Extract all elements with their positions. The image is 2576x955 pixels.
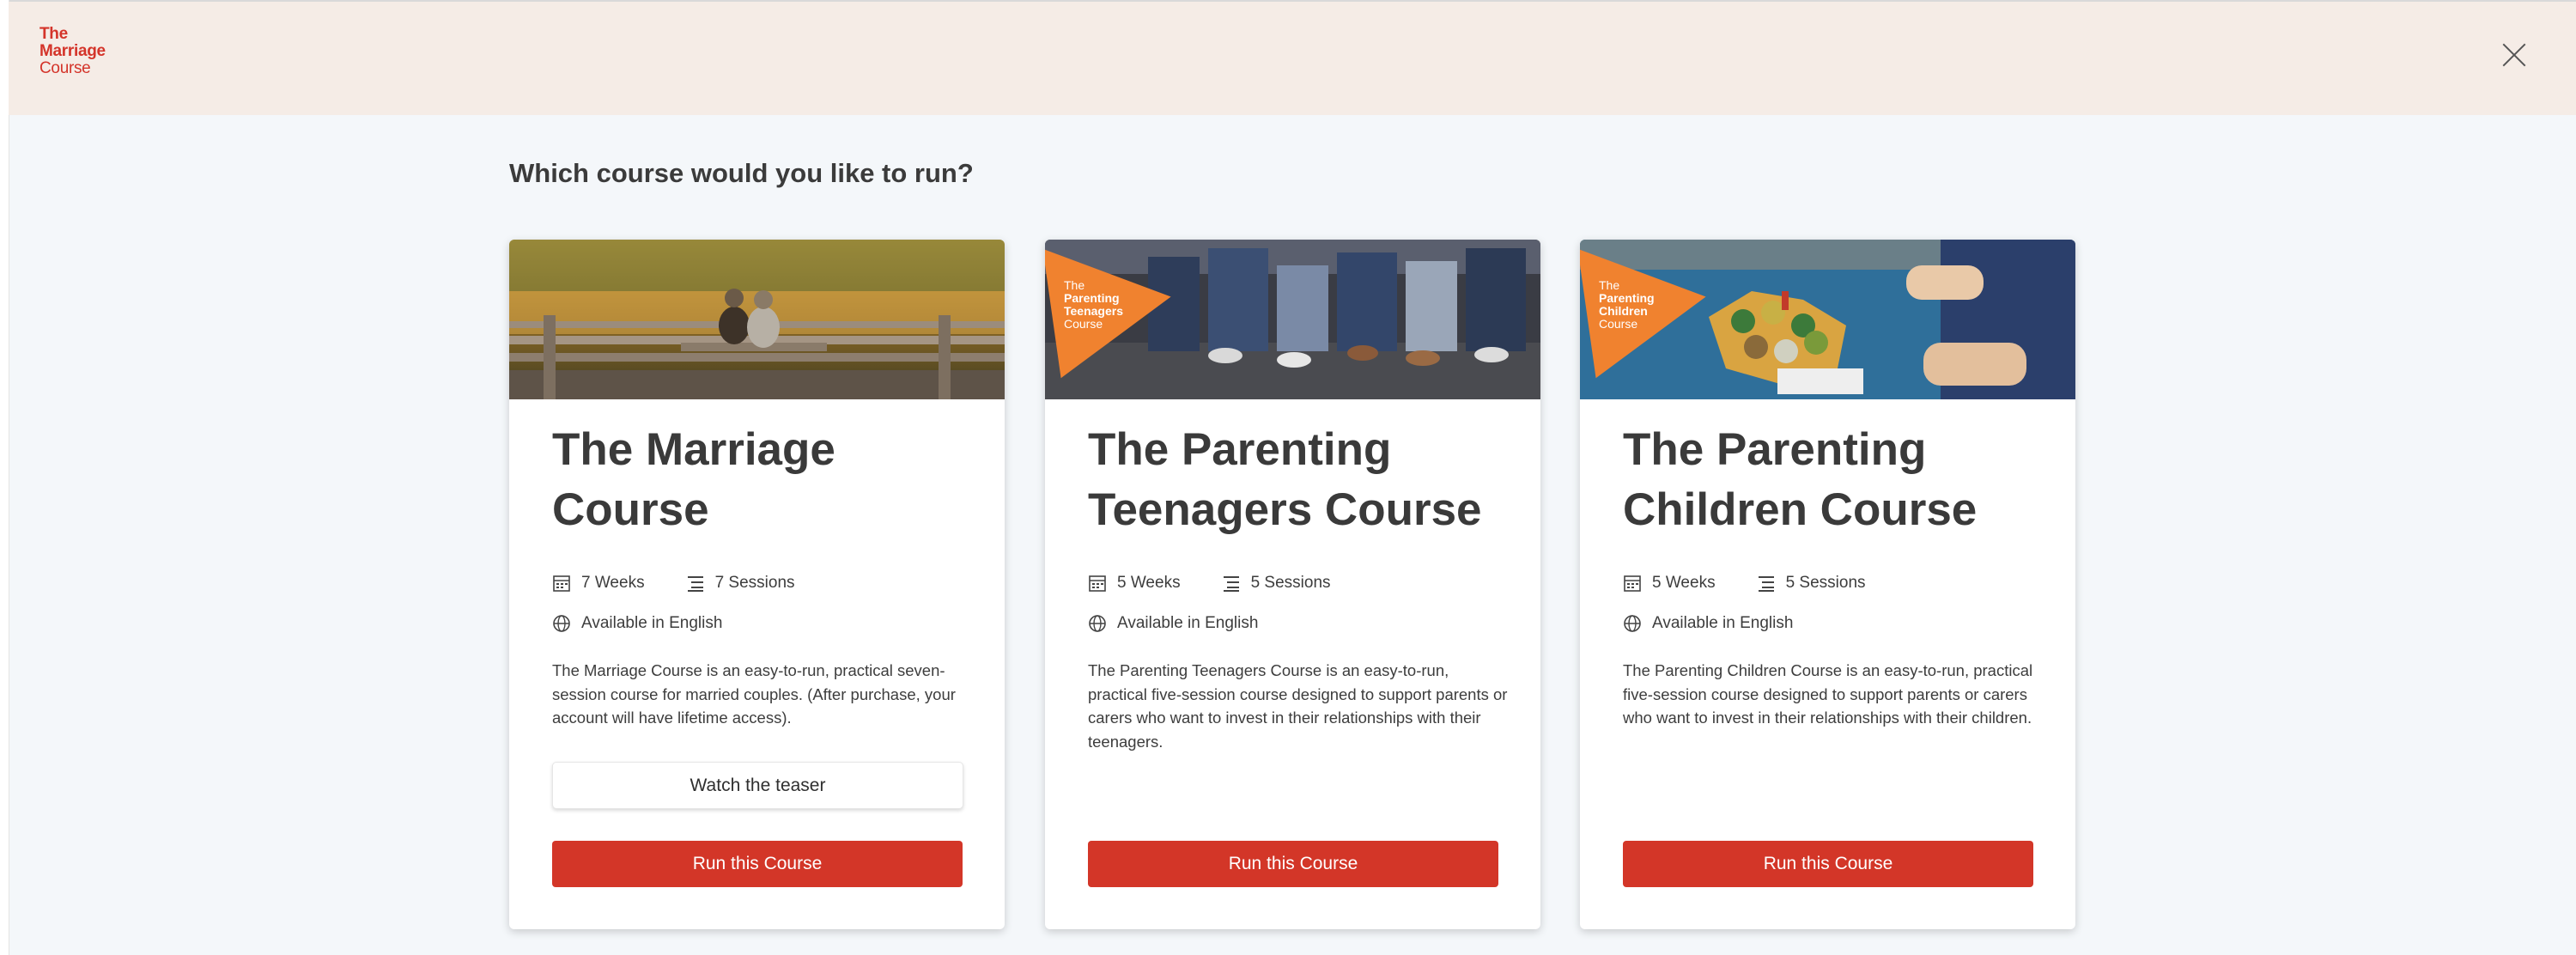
logo-line-3: Course: [39, 59, 91, 77]
course-badge-text: The Parenting Teenagers Course: [1064, 279, 1123, 331]
calendar-icon: [553, 575, 570, 592]
weeks-label: 7 Weeks: [581, 574, 645, 592]
calendar-icon: [1089, 575, 1106, 592]
course-card-parenting-teenagers: The Parenting Teenagers Course The Paren…: [1045, 240, 1540, 929]
run-course-button[interactable]: Run this Course: [1088, 841, 1498, 887]
logo-line-2: Marriage: [39, 42, 106, 60]
course-meta-duration: 5 Weeks 5 Sessions: [1088, 572, 1372, 594]
sessions-info: 5 Sessions: [1222, 574, 1331, 593]
badge-line-3: Children: [1599, 304, 1648, 318]
sessions-label: 7 Sessions: [714, 574, 795, 592]
header-bar: The Marriage Course: [9, 2, 2576, 115]
globe-icon: [1624, 615, 1641, 632]
weeks-info: 5 Weeks: [1623, 574, 1716, 593]
badge-line-2: Parenting: [1599, 291, 1655, 305]
language-label: Available in English: [1652, 614, 1794, 632]
logo-line-1: The: [39, 25, 68, 43]
course-title: The Parenting Children Course: [1623, 424, 1978, 535]
calendar-icon: [1624, 575, 1641, 592]
course-card-marriage: The Marriage Course 7 Weeks 7 Sessions A…: [509, 240, 1005, 929]
marriage-course-logo[interactable]: The Marriage Course: [39, 26, 106, 77]
course-meta-language: Available in English: [1088, 612, 1258, 635]
badge-line-4: Course: [1064, 317, 1103, 331]
course-description: The Marriage Course is an easy-to-run, p…: [552, 661, 956, 727]
sessions-info: 7 Sessions: [686, 574, 795, 593]
course-title: The Marriage Course: [552, 424, 835, 535]
badge-line-1: The: [1599, 278, 1620, 292]
course-meta-duration: 5 Weeks 5 Sessions: [1623, 572, 1907, 594]
sessions-info: 5 Sessions: [1757, 574, 1866, 593]
globe-icon: [1089, 615, 1106, 632]
watch-teaser-button[interactable]: Watch the teaser: [552, 762, 963, 809]
parenting-children-image: The Parenting Children Course: [1580, 240, 2075, 399]
badge-line-2: Parenting: [1064, 291, 1120, 305]
weeks-label: 5 Weeks: [1652, 574, 1716, 592]
course-meta-language: Available in English: [1623, 612, 1793, 635]
badge-line-1: The: [1064, 278, 1085, 292]
list-icon: [1223, 576, 1239, 592]
weeks-label: 5 Weeks: [1117, 574, 1181, 592]
run-course-button[interactable]: Run this Course: [1623, 841, 2033, 887]
course-description: The Parenting Children Course is an easy…: [1623, 661, 2033, 727]
sessions-label: 5 Sessions: [1250, 574, 1331, 592]
page-title: Which course would you like to run?: [509, 158, 974, 188]
list-icon: [1758, 576, 1774, 592]
marriage-course-image: [509, 240, 1005, 399]
globe-icon: [553, 615, 570, 632]
badge-line-3: Teenagers: [1064, 304, 1123, 318]
language-label: Available in English: [581, 614, 723, 632]
sessions-label: 5 Sessions: [1785, 574, 1866, 592]
left-edge: [0, 0, 9, 955]
course-description: The Parenting Teenagers Course is an eas…: [1088, 661, 1508, 751]
weeks-info: 5 Weeks: [1088, 574, 1181, 593]
badge-line-4: Course: [1599, 317, 1638, 331]
course-title: The Parenting Teenagers Course: [1088, 424, 1482, 535]
close-icon[interactable]: [2499, 40, 2530, 70]
language-label: Available in English: [1117, 614, 1259, 632]
list-icon: [687, 576, 703, 592]
parenting-teenagers-image: The Parenting Teenagers Course: [1045, 240, 1540, 399]
course-badge-text: The Parenting Children Course: [1599, 279, 1655, 331]
run-course-button[interactable]: Run this Course: [552, 841, 963, 887]
course-meta-duration: 7 Weeks 7 Sessions: [552, 572, 836, 594]
course-meta-language: Available in English: [552, 612, 722, 635]
weeks-info: 7 Weeks: [552, 574, 645, 593]
course-card-parenting-children: The Parenting Children Course The Parent…: [1580, 240, 2075, 929]
